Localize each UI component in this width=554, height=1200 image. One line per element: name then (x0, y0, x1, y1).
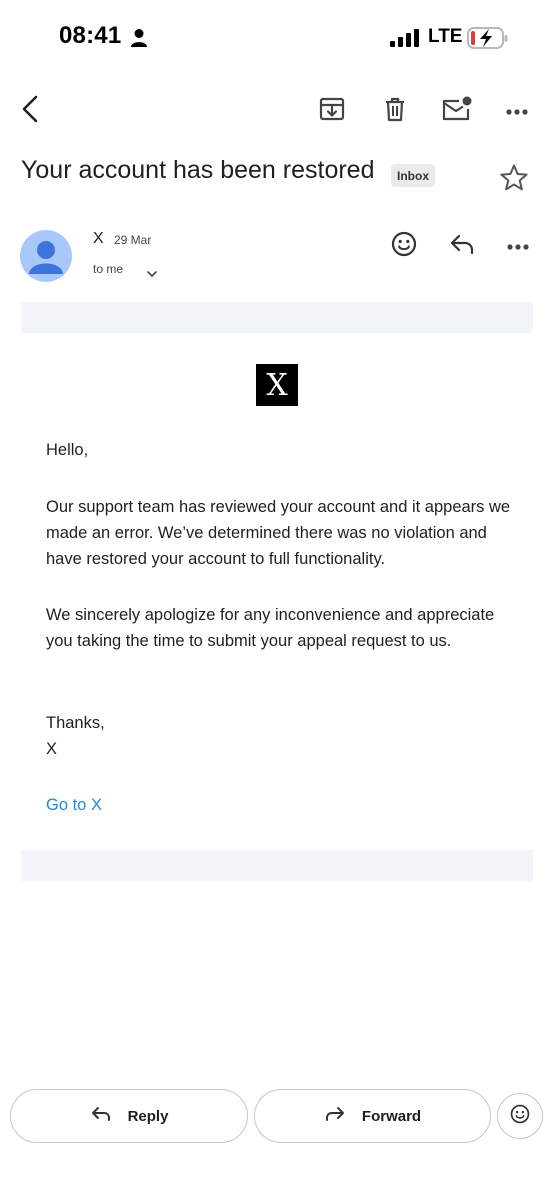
email-signoff: Thanks, (46, 714, 105, 732)
x-logo: X (256, 364, 298, 406)
signal-bars-icon (390, 29, 420, 47)
reply-button[interactable]: Reply (10, 1089, 248, 1143)
reply-label: Reply (127, 1107, 169, 1125)
x-logo-letter: X (266, 367, 288, 403)
star-icon (499, 163, 529, 198)
reply-icon (449, 233, 475, 260)
emoji-reaction-button[interactable] (497, 1093, 543, 1139)
network-type: LTE (428, 26, 463, 47)
arrow-left-icon (21, 95, 39, 128)
message-more-button[interactable] (503, 233, 533, 259)
email-paragraph-1: Our support team has reviewed your accou… (46, 498, 511, 568)
trash-icon (383, 96, 407, 127)
more-horizontal-icon (506, 102, 528, 120)
react-emoji-button[interactable] (388, 230, 420, 262)
recipient-summary[interactable]: to me (93, 262, 123, 276)
battery-charging-icon (467, 26, 509, 50)
person-icon (130, 28, 148, 48)
forward-icon (324, 1105, 346, 1127)
delete-button[interactable] (379, 95, 411, 127)
archive-button[interactable] (316, 95, 348, 127)
mail-unread-icon (441, 95, 473, 128)
email-greeting: Hello, (46, 441, 89, 459)
inbox-label[interactable]: Inbox (391, 164, 435, 187)
email-subject: Your account has been restored (21, 156, 375, 184)
star-button[interactable] (496, 162, 532, 198)
smiley-icon (391, 231, 417, 262)
forward-label: Forward (361, 1107, 422, 1125)
email-footer-band (21, 850, 533, 881)
sender-name[interactable]: X (93, 230, 104, 248)
more-horizontal-icon (507, 237, 529, 255)
email-date: 29 Mar (114, 233, 152, 247)
email-paragraph-2: We sincerely apologize for any inconveni… (46, 606, 495, 650)
status-time: 08:41 (59, 22, 122, 49)
person-icon (29, 241, 63, 274)
more-options-button[interactable] (502, 98, 532, 124)
smiley-icon (510, 1104, 530, 1129)
reply-icon-button[interactable] (446, 231, 478, 261)
chevron-down-icon[interactable] (146, 266, 158, 277)
email-signature: X (46, 740, 58, 758)
archive-icon (319, 96, 345, 127)
sender-avatar[interactable] (20, 230, 72, 282)
reply-icon (90, 1105, 112, 1127)
mark-unread-button[interactable] (440, 95, 474, 127)
forward-button[interactable]: Forward (254, 1089, 491, 1143)
email-header-band (21, 302, 533, 333)
back-button[interactable] (14, 94, 46, 128)
go-to-x-link[interactable]: Go to X (46, 796, 102, 815)
